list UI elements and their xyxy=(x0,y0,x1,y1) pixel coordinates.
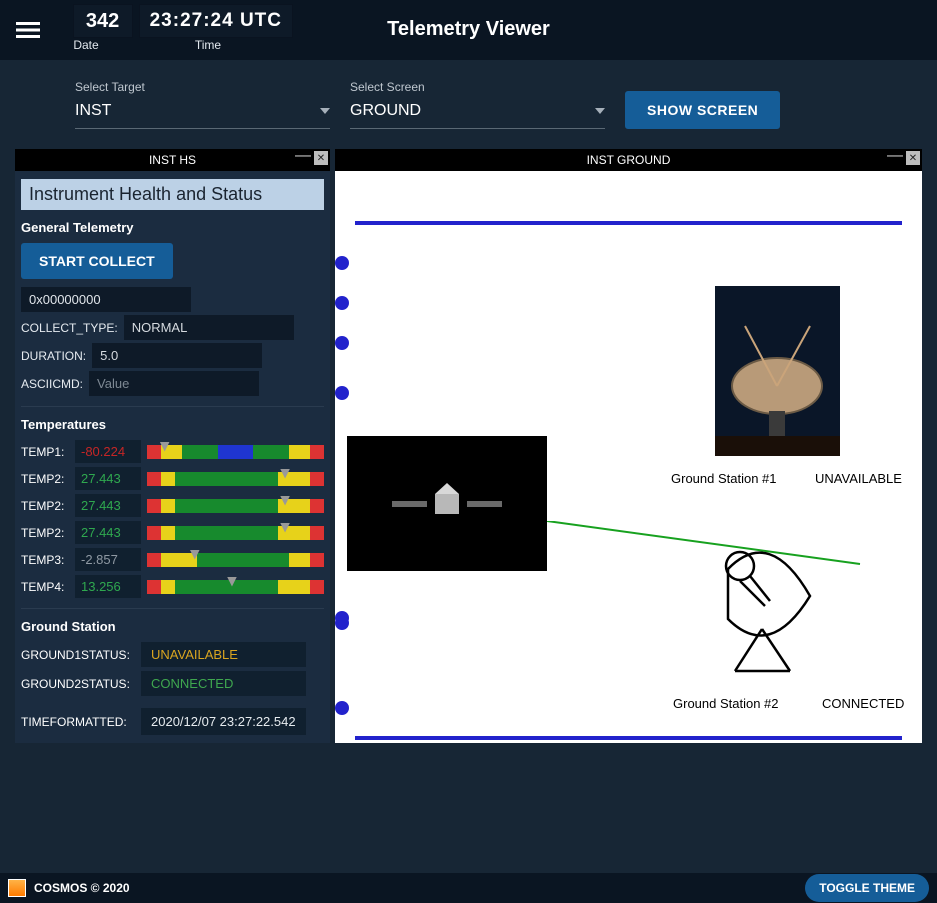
gs1-status: UNAVAILABLE xyxy=(815,471,902,486)
start-collect-button[interactable]: START COLLECT xyxy=(21,243,173,279)
panel-hs-title: INST HS xyxy=(15,153,330,167)
target-value: INST xyxy=(75,102,111,120)
temp-gauge xyxy=(147,580,324,594)
bottom-bar xyxy=(355,736,902,740)
gs2-status: CONNECTED xyxy=(822,696,904,711)
blue-dot xyxy=(335,701,349,715)
blue-dot xyxy=(335,616,349,630)
temp-gauge xyxy=(147,553,324,567)
chevron-down-icon xyxy=(320,108,330,114)
satellite-image xyxy=(347,436,547,571)
duration-value[interactable]: 5.0 xyxy=(92,343,262,368)
blue-dot xyxy=(335,336,349,350)
ground-station-1-image xyxy=(715,286,840,456)
temp-value: 27.443 xyxy=(75,467,141,490)
temp-gauge xyxy=(147,472,324,486)
temp-value: 13.256 xyxy=(75,575,141,598)
gs2-name: Ground Station #2 xyxy=(673,696,779,711)
temp-label: TEMP2: xyxy=(21,472,69,486)
timeformatted-label: TIMEFORMATTED: xyxy=(21,715,141,729)
panel-ground-title: INST GROUND xyxy=(335,153,922,167)
footer: COSMOS © 2020 TOGGLE THEME xyxy=(0,873,937,903)
temp-value: -2.857 xyxy=(75,548,141,571)
show-screen-button[interactable]: SHOW SCREEN xyxy=(625,91,780,129)
ground2-status: CONNECTED xyxy=(141,671,306,696)
temp-label: TEMP2: xyxy=(21,526,69,540)
top-bar xyxy=(355,221,902,225)
temp-row: TEMP4: 13.256 xyxy=(21,575,324,598)
temp-row: TEMP2: 27.443 xyxy=(21,467,324,490)
temp-label: TEMP2: xyxy=(21,499,69,513)
ground1-status: UNAVAILABLE xyxy=(141,642,306,667)
timeformatted-value: 2020/12/07 23:27:22.542 xyxy=(141,708,306,735)
close-icon[interactable]: ✕ xyxy=(906,151,920,165)
duration-label: DURATION: xyxy=(21,349,86,363)
hs-header: Instrument Health and Status xyxy=(21,179,324,210)
temp-row: TEMP3: -2.857 xyxy=(21,548,324,571)
gs1-name: Ground Station #1 xyxy=(671,471,777,486)
ground2-label: GROUND2STATUS: xyxy=(21,677,141,691)
temp-gauge xyxy=(147,499,324,513)
menu-button[interactable] xyxy=(0,0,55,60)
ground-station-2-image xyxy=(710,541,820,681)
temp-row: TEMP2: 27.443 xyxy=(21,521,324,544)
address-value: 0x00000000 xyxy=(21,287,191,312)
temp-row: TEMP2: 27.443 xyxy=(21,494,324,517)
temp-value: 27.443 xyxy=(75,521,141,544)
collect-type-value[interactable]: NORMAL xyxy=(124,315,294,340)
target-label: Select Target xyxy=(75,80,330,94)
screen-value: GROUND xyxy=(350,102,421,120)
chevron-down-icon xyxy=(595,108,605,114)
ground1-label: GROUND1STATUS: xyxy=(21,648,141,662)
cosmos-logo-icon xyxy=(8,879,26,897)
clock-time-label: Time xyxy=(123,38,293,52)
temp-label: TEMP4: xyxy=(21,580,69,594)
panel-inst-ground: INST GROUND — ✕ xyxy=(335,149,922,743)
temperatures-title: Temperatures xyxy=(21,417,324,432)
clock-date-label: Date xyxy=(55,38,117,52)
clock-date: 342 xyxy=(73,4,133,38)
clock-time: 23:27:24 UTC xyxy=(139,4,293,38)
blue-dot xyxy=(335,256,349,270)
ground-station-title: Ground Station xyxy=(21,619,324,634)
temp-label: TEMP1: xyxy=(21,445,69,459)
temp-gauge xyxy=(147,445,324,459)
minimize-icon[interactable]: — xyxy=(888,151,902,165)
asciicmd-label: ASCIICMD: xyxy=(21,377,83,391)
close-icon[interactable]: ✕ xyxy=(314,151,328,165)
footer-brand: COSMOS © 2020 xyxy=(34,881,130,895)
asciicmd-value[interactable]: Value xyxy=(89,371,259,396)
temp-gauge xyxy=(147,526,324,540)
temp-value: -80.224 xyxy=(75,440,141,463)
blue-dot xyxy=(335,296,349,310)
temp-label: TEMP3: xyxy=(21,553,69,567)
temp-row: TEMP1: -80.224 xyxy=(21,440,324,463)
screen-select[interactable]: GROUND xyxy=(350,96,605,129)
blue-dot xyxy=(335,386,349,400)
collect-type-label: COLLECT_TYPE: xyxy=(21,321,118,335)
screen-label: Select Screen xyxy=(350,80,605,94)
toggle-theme-button[interactable]: TOGGLE THEME xyxy=(805,874,929,902)
general-telemetry-title: General Telemetry xyxy=(21,220,324,235)
panel-inst-hs: INST HS — ✕ Instrument Health and Status… xyxy=(15,149,330,743)
temp-value: 27.443 xyxy=(75,494,141,517)
target-select[interactable]: INST xyxy=(75,96,330,129)
minimize-icon[interactable]: — xyxy=(296,151,310,165)
